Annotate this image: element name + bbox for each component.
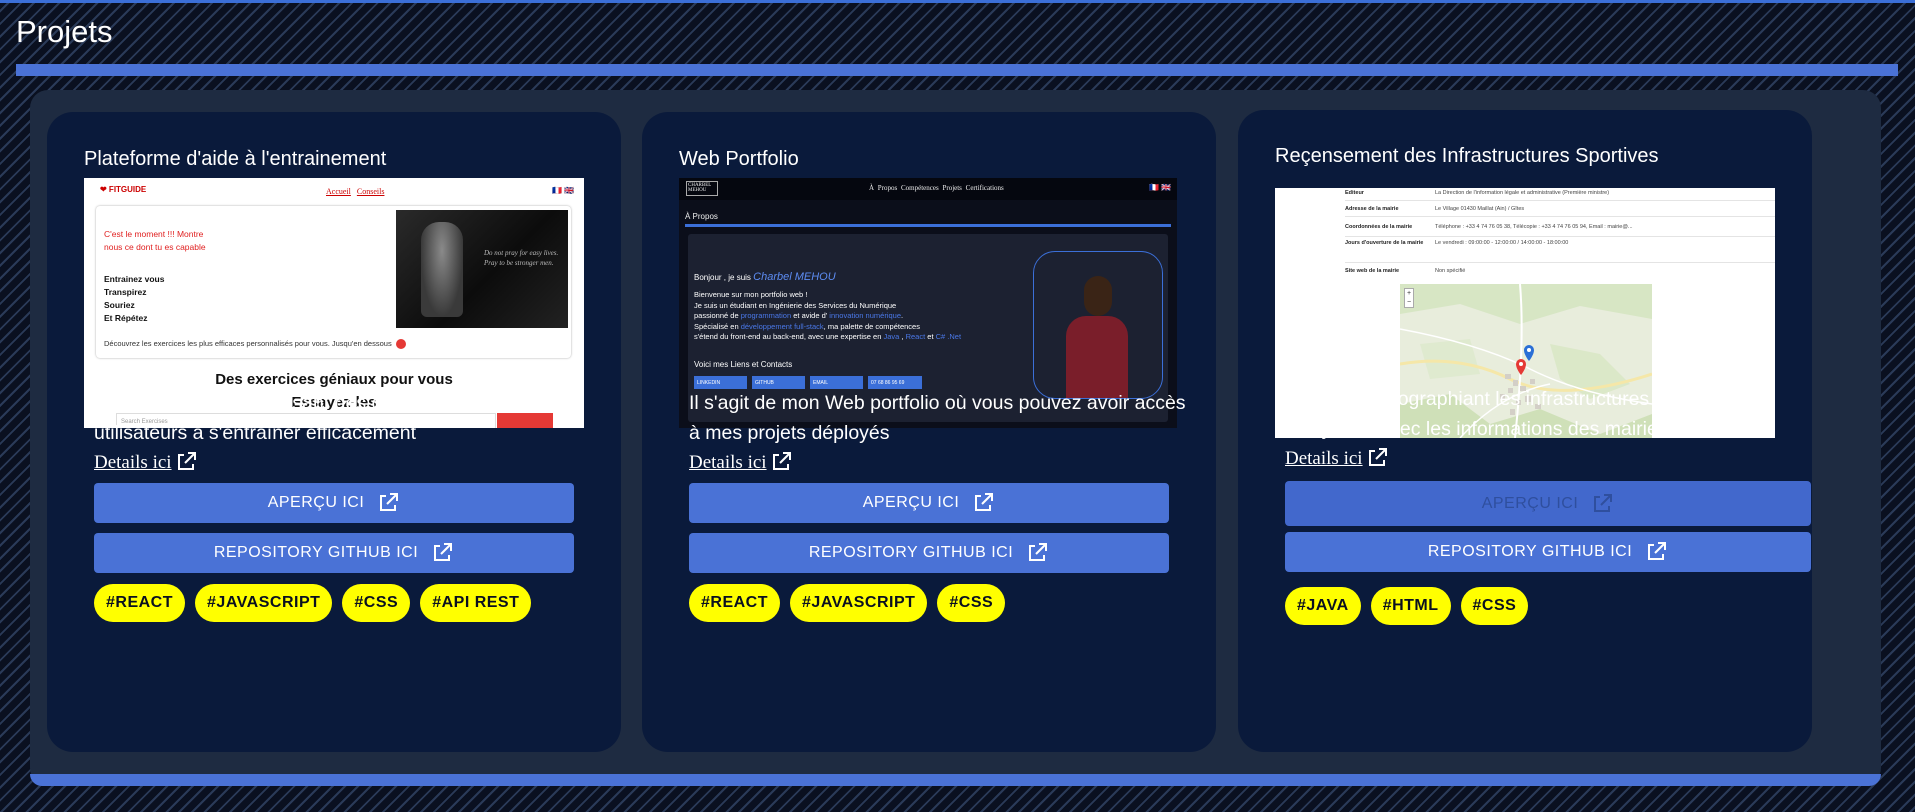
screenshot-contacts-title: Voici mes Liens et Contacts	[694, 360, 793, 369]
repository-button[interactable]: REPOSITORY GITHUB ICI	[1285, 532, 1811, 572]
external-link-icon	[772, 452, 791, 470]
screenshot-photo: Do not pray for easy lives. Pray to be st…	[396, 210, 568, 328]
tag: #HTML	[1370, 587, 1451, 625]
tag: #CSS	[1460, 587, 1529, 625]
tag: #REACT	[94, 584, 186, 622]
tag-list: #REACT #JAVASCRIPT #CSS	[689, 584, 1006, 622]
external-link-icon	[380, 493, 399, 511]
external-link-icon	[1029, 543, 1048, 561]
screenshot-greeting: Bonjour , je suis Charbel MEHOU	[694, 271, 836, 283]
page-title: Projets	[16, 14, 113, 49]
screenshot-small-text: Découvrez les exercices les plus efficac…	[104, 339, 406, 350]
preview-button: APERÇU ICI	[1285, 481, 1811, 526]
project-card: Plateforme d'aide à l'entrainement ❤ FIT…	[47, 112, 621, 752]
screenshot-logo: ❤ FITGUIDE	[100, 185, 147, 194]
project-card: Reçensement des Infrastructures Sportive…	[1238, 110, 1812, 752]
project-title: Web Portfolio	[679, 148, 799, 170]
details-link[interactable]: Details ici	[689, 450, 793, 474]
language-flags: 🇫🇷 🇬🇧	[552, 186, 575, 195]
external-link-icon	[434, 543, 453, 561]
project-title: Reçensement des Infrastructures Sportive…	[1275, 145, 1659, 167]
tag: #JAVASCRIPT	[195, 584, 333, 622]
repository-button[interactable]: REPOSITORY GITHUB ICI	[94, 533, 574, 573]
screenshot-section-title: À Propos	[685, 212, 718, 221]
screenshot-profile-photo	[1033, 251, 1163, 399]
tag: #JAVASCRIPT	[790, 584, 928, 622]
preview-button[interactable]: APERÇU ICI	[689, 483, 1169, 523]
projects-panel: Plateforme d'aide à l'entrainement ❤ FIT…	[30, 90, 1881, 786]
project-description: Il s'agit de mon Web portfolio où vous p…	[689, 392, 1186, 444]
screenshot-heading: Des exercices géniaux pour vous	[215, 371, 453, 388]
top-accent-line	[0, 0, 1915, 3]
project-title: Plateforme d'aide à l'entrainement	[84, 148, 387, 170]
screenshot-nav: CHARBEL MEHOU À Propos Compétences Proje…	[679, 178, 1177, 200]
project-card: Web Portfolio CHARBEL MEHOU À Propos Com…	[642, 112, 1216, 752]
tag: #API REST	[420, 584, 532, 622]
tag: #REACT	[689, 584, 781, 622]
title-underline-bar	[16, 64, 1898, 76]
map-zoom-control: + −	[1404, 288, 1414, 308]
tag: #CSS	[937, 584, 1006, 622]
screenshot-list: Entrainez vous Transpirez Souriez Et Répéte…	[104, 274, 165, 323]
tag-list: #REACT #JAVASCRIPT #CSS #API REST	[94, 584, 532, 622]
panel-bottom-bar	[30, 774, 1881, 786]
screenshot-tagline: C'est le moment !!! Montre nous ce dont t…	[104, 229, 206, 252]
tag: #JAVA	[1285, 587, 1361, 625]
external-link-icon	[975, 493, 994, 511]
project-description: Site web cartographiant les infrastructu…	[1285, 388, 1760, 440]
preview-button[interactable]: APERÇU ICI	[94, 483, 574, 523]
external-link-icon	[177, 452, 196, 470]
external-link-icon	[1648, 542, 1667, 560]
screenshot-nav: Accueil Conseils	[326, 187, 385, 196]
details-link[interactable]: Details ici	[1285, 446, 1389, 470]
repository-button[interactable]: REPOSITORY GITHUB ICI	[689, 533, 1169, 573]
tag: #CSS	[342, 584, 411, 622]
screenshot-bio: Bienvenue sur mon portfolio web ! Je sui…	[694, 290, 962, 341]
project-description: Une application fournissant des conseils…	[94, 392, 566, 444]
external-link-icon	[1594, 493, 1613, 512]
external-link-icon	[1368, 448, 1387, 466]
details-link[interactable]: Details ici	[94, 450, 198, 474]
tag-list: #JAVA #HTML #CSS	[1285, 587, 1529, 625]
